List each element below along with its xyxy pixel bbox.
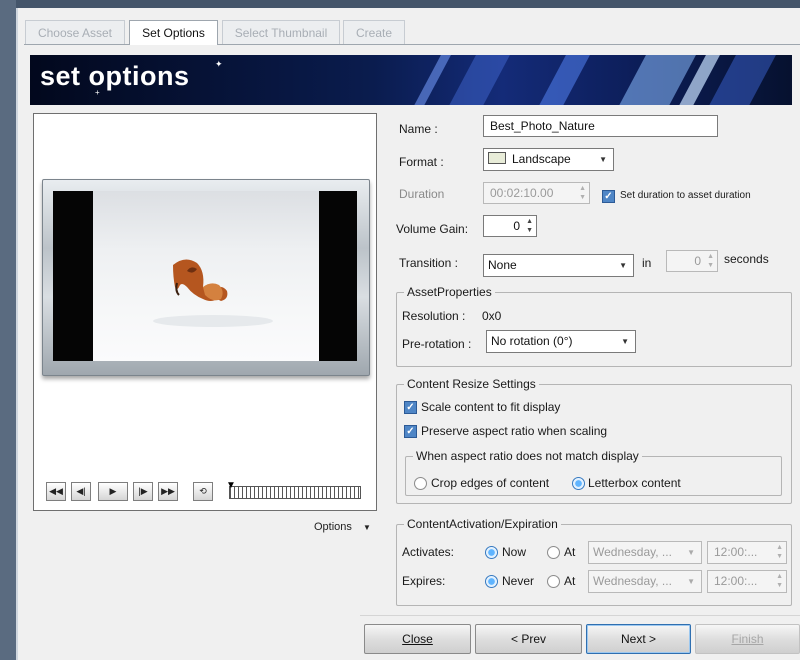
next-button-label: Next > [620, 632, 656, 646]
spinner-arrows-icon: ▲ ▼ [707, 253, 714, 269]
spinner-arrows-icon: ▲ ▼ [526, 218, 533, 234]
sparkle-icon: ✦ [215, 59, 223, 69]
spinner-arrows-icon: ▲ ▼ [776, 544, 783, 560]
activates-now-label: Now [502, 545, 527, 559]
spinner-arrows-icon: ▲ ▼ [579, 185, 586, 201]
button-bar-divider [360, 615, 800, 616]
tab-set-options[interactable]: Set Options [129, 20, 218, 45]
crop-edges-label: Crop edges of content [431, 476, 550, 490]
volume-label: Volume Gain: [396, 222, 469, 236]
aspect-mismatch-legend: When aspect ratio does not match display [413, 449, 642, 463]
landscape-icon [488, 152, 506, 164]
finish-button-label: Finish [731, 632, 764, 646]
window-frame-edge [16, 8, 18, 660]
page-title: set options [40, 61, 190, 91]
transition-value: None [488, 258, 517, 272]
activates-date-select: Wednesday, ... ▼ [588, 541, 702, 564]
close-button-label: Close [402, 632, 433, 646]
window-frame-top [0, 0, 800, 8]
expires-date-value: Wednesday, ... [593, 574, 672, 588]
next-button[interactable]: Next > [586, 624, 691, 654]
resolution-value: 0x0 [482, 309, 502, 323]
format-label: Format : [399, 155, 444, 169]
pre-rotation-label: Pre-rotation : [402, 337, 472, 351]
close-button[interactable]: Close [364, 624, 471, 654]
tab-choose-asset[interactable]: Choose Asset [25, 20, 125, 44]
activates-date-value: Wednesday, ... [593, 545, 672, 559]
expires-label: Expires: [402, 574, 446, 588]
expires-time-field: 12:00:... ▲ ▼ [707, 570, 787, 593]
chevron-down-icon: ▼ [621, 337, 629, 346]
volume-stepper[interactable]: 0 ▲ ▼ [483, 215, 537, 237]
prev-button-label: < Prev [510, 632, 546, 646]
activation-expiration-legend: ContentActivation/Expiration [404, 517, 561, 531]
playhead-icon[interactable]: ▼ [226, 480, 236, 491]
activates-at-radio[interactable] [547, 546, 560, 559]
name-field[interactable]: Best_Photo_Nature [483, 115, 718, 137]
skip-to-end-button[interactable]: ▶▶ [158, 482, 178, 501]
scale-to-fit-checkbox[interactable]: ✓ [404, 401, 417, 414]
spinner-arrows-icon: ▲ ▼ [776, 573, 783, 589]
transition-in-label: in [642, 256, 652, 270]
tab-select-thumbnail[interactable]: Select Thumbnail [222, 20, 340, 44]
duration-checkbox[interactable]: ✓ [602, 190, 615, 203]
duration-field: 00:02:10.00 ▲ ▼ [483, 182, 590, 204]
volume-value: 0 [513, 219, 520, 233]
activates-now-radio[interactable] [485, 546, 498, 559]
options-label: Options [314, 521, 352, 533]
letterbox-label: Letterbox content [588, 476, 681, 490]
finish-button: Finish [695, 624, 800, 654]
chevron-down-icon: ▼ [687, 548, 695, 557]
preserve-aspect-checkbox[interactable]: ✓ [404, 425, 417, 438]
chevron-down-icon: ▼ [599, 155, 607, 164]
duration-label: Duration [399, 187, 445, 201]
options-dropdown[interactable]: Options ▼ [314, 521, 371, 533]
activates-time-field: 12:00:... ▲ ▼ [707, 541, 787, 564]
expires-time-value: 12:00:... [714, 574, 758, 588]
format-select[interactable]: Landscape ▼ [483, 148, 614, 171]
transition-label: Transition : [399, 256, 458, 270]
activation-expiration-group [396, 524, 792, 606]
crop-edges-radio[interactable] [414, 477, 427, 490]
timeline-scrubber[interactable] [229, 486, 361, 499]
step-back-button[interactable]: ◀| [71, 482, 91, 501]
preview-image [93, 191, 319, 361]
preserve-aspect-label: Preserve aspect ratio when scaling [421, 424, 608, 438]
skip-to-start-button[interactable]: ◀◀ [46, 482, 66, 501]
step-forward-button[interactable]: |▶ [133, 482, 153, 501]
prev-button[interactable]: < Prev [475, 624, 582, 654]
expires-date-select: Wednesday, ... ▼ [588, 570, 702, 593]
transition-select[interactable]: None ▼ [483, 254, 634, 277]
fox-in-snow-illustration [153, 259, 273, 327]
asset-properties-legend: AssetProperties [404, 285, 495, 299]
transition-seconds-stepper: 0 ▲ ▼ [666, 250, 718, 272]
loop-button[interactable]: ⟲ [193, 482, 213, 501]
chevron-down-icon: ▼ [619, 261, 627, 270]
letterbox-radio[interactable] [572, 477, 585, 490]
chevron-down-icon: ▼ [362, 523, 371, 532]
expires-at-label: At [564, 574, 576, 588]
chevron-down-icon: ▼ [687, 577, 695, 586]
duration-checkbox-label: Set duration to asset duration [620, 190, 751, 201]
play-button[interactable]: ▶ [98, 482, 128, 501]
content-resize-legend: Content Resize Settings [404, 377, 539, 391]
header-banner: ✦ + set options [30, 55, 792, 105]
window-frame-left [0, 0, 16, 660]
format-value: Landscape [512, 152, 571, 166]
expires-at-radio[interactable] [547, 575, 560, 588]
activates-label: Activates: [402, 545, 455, 559]
expires-never-radio[interactable] [485, 575, 498, 588]
seconds-label: seconds [724, 252, 769, 266]
tab-create[interactable]: Create [343, 20, 405, 44]
pre-rotation-value: No rotation (0°) [491, 334, 573, 348]
name-label: Name : [399, 122, 438, 136]
expires-never-label: Never [502, 574, 535, 588]
activates-at-label: At [564, 545, 576, 559]
scale-to-fit-label: Scale content to fit display [421, 400, 561, 414]
activates-time-value: 12:00:... [714, 545, 758, 559]
transition-seconds-value: 0 [694, 254, 701, 268]
resolution-label: Resolution : [402, 309, 466, 323]
duration-value: 00:02:10.00 [490, 186, 554, 200]
pre-rotation-select[interactable]: No rotation (0°) ▼ [486, 330, 636, 353]
